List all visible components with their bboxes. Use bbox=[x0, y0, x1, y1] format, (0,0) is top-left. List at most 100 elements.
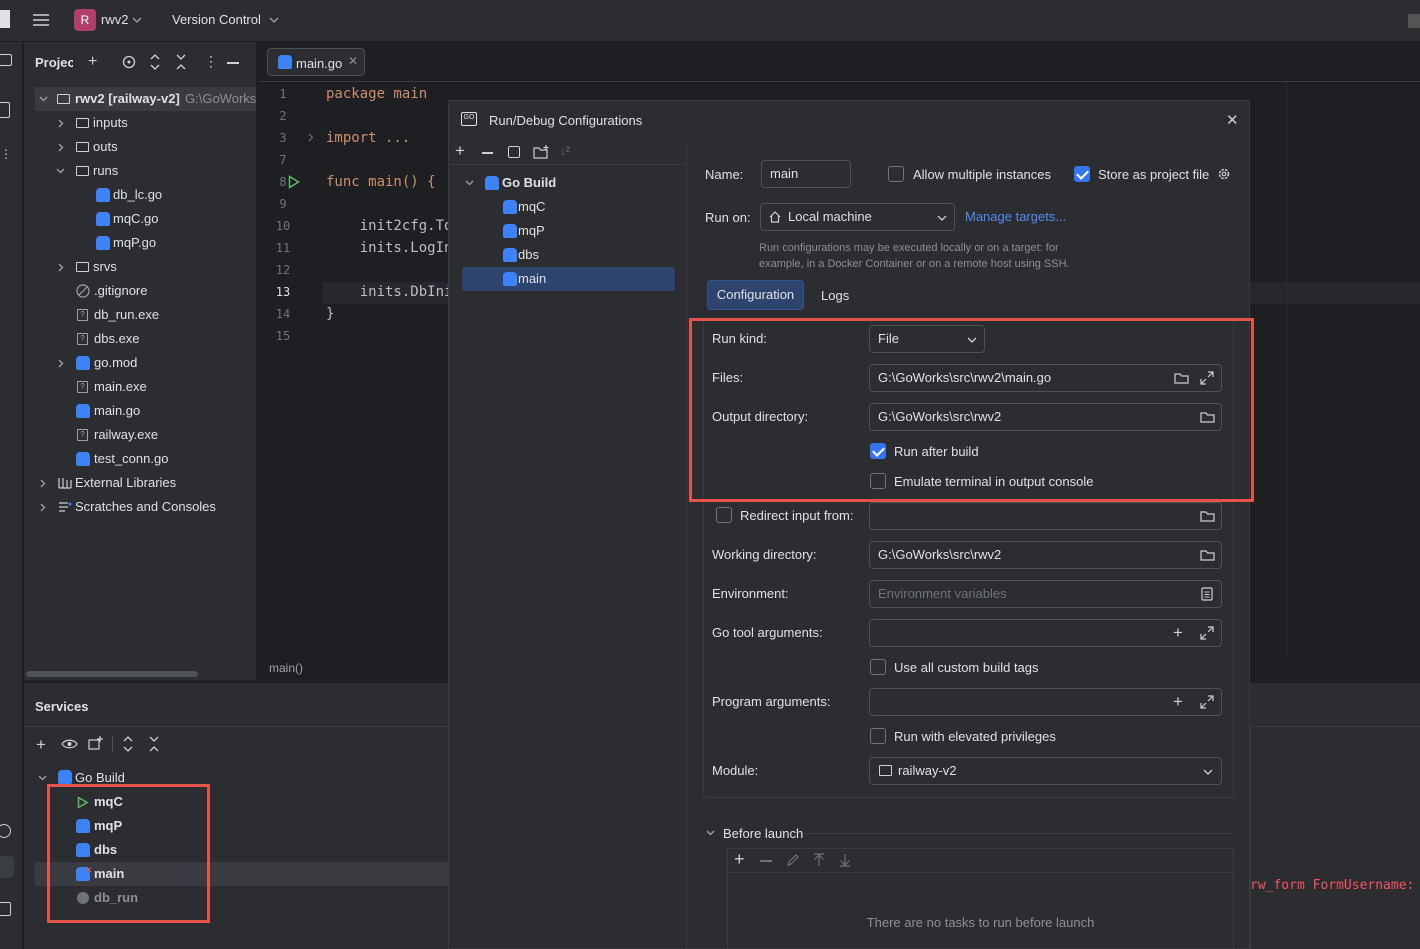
run-on-select[interactable]: Local machine bbox=[760, 203, 955, 231]
fold-chevron-icon[interactable] bbox=[308, 133, 314, 142]
program-args-label: Program arguments: bbox=[712, 694, 831, 709]
hide-panel-icon[interactable] bbox=[227, 62, 239, 64]
line-number: 2 bbox=[279, 109, 287, 123]
editor-tab-main-go[interactable]: main.go ✕ bbox=[267, 48, 365, 76]
gear-icon[interactable] bbox=[1217, 167, 1231, 181]
working-dir-field[interactable]: G:\GoWorks\src\rwv2 bbox=[869, 541, 1222, 569]
allow-multiple-checkbox[interactable] bbox=[888, 166, 904, 182]
new-file-icon[interactable]: + bbox=[88, 54, 97, 70]
expand-icon[interactable] bbox=[1200, 626, 1214, 640]
go-file-icon bbox=[76, 452, 90, 466]
performance-tool-icon[interactable] bbox=[0, 824, 11, 838]
module-select[interactable]: railway-v2 bbox=[869, 757, 1222, 785]
structure-tool-icon[interactable] bbox=[0, 102, 10, 118]
horizontal-scrollbar[interactable] bbox=[26, 671, 198, 677]
tree-root[interactable]: rwv2 [railway-v2] G:\GoWorks bbox=[35, 87, 256, 111]
chevron-down-icon bbox=[465, 180, 474, 186]
more-tools-icon[interactable]: ⋮ bbox=[0, 147, 13, 161]
run-on-hint-line-2: example, in a Docker Container or on a r… bbox=[759, 258, 1070, 270]
expand-all-icon[interactable] bbox=[150, 54, 160, 70]
tab-logs[interactable]: Logs bbox=[821, 288, 849, 303]
remove-config-icon[interactable] bbox=[482, 152, 493, 154]
chevron-right-icon bbox=[58, 143, 64, 152]
window-control-icon[interactable] bbox=[1408, 14, 1420, 28]
vcs-widget[interactable]: Version Control bbox=[172, 12, 279, 27]
eye-icon[interactable] bbox=[61, 738, 78, 750]
config-label: mqP bbox=[518, 223, 545, 238]
line-number: 13 bbox=[275, 285, 291, 299]
add-icon[interactable]: + bbox=[1173, 620, 1183, 646]
chevron-right-icon bbox=[40, 503, 46, 512]
redirect-input-checkbox[interactable] bbox=[716, 507, 732, 523]
toolbar-separator bbox=[112, 736, 113, 752]
before-launch-label[interactable]: Before launch bbox=[723, 826, 803, 841]
collapse-all-icon[interactable] bbox=[149, 736, 159, 752]
locate-icon[interactable] bbox=[122, 55, 136, 69]
tab-configuration[interactable]: Configuration bbox=[707, 280, 804, 310]
chevron-down-icon bbox=[132, 17, 142, 23]
editor-breadcrumb[interactable]: main() bbox=[269, 661, 303, 675]
custom-tags-checkbox[interactable] bbox=[870, 659, 886, 675]
toolbar-remove-icon[interactable] bbox=[760, 860, 772, 862]
collapse-all-icon[interactable] bbox=[176, 54, 186, 70]
chevron-right-icon bbox=[58, 119, 64, 128]
expand-icon[interactable] bbox=[1200, 695, 1214, 709]
go-build-icon bbox=[503, 224, 517, 238]
line-number: 7 bbox=[279, 153, 287, 167]
go-tool-args-label: Go tool arguments: bbox=[712, 625, 823, 640]
chevron-right-icon bbox=[58, 359, 64, 368]
store-project-checkbox[interactable] bbox=[1074, 166, 1090, 182]
chevron-down-icon bbox=[38, 775, 47, 781]
dialog-close-icon[interactable]: ✕ bbox=[1226, 111, 1239, 129]
document-icon[interactable] bbox=[1201, 587, 1213, 601]
sort-icon[interactable]: ↓² bbox=[560, 144, 570, 158]
line-number: 1 bbox=[279, 87, 287, 101]
run-debug-dialog: GO Run/Debug Configurations ✕ + ↓² Go Bu… bbox=[448, 100, 1254, 949]
toolbar-move-down-icon[interactable] bbox=[839, 853, 851, 867]
environment-field[interactable]: Environment variables bbox=[869, 580, 1222, 608]
go-build-icon bbox=[503, 248, 517, 262]
new-folder-icon[interactable] bbox=[533, 145, 549, 159]
redirect-input-field[interactable] bbox=[869, 502, 1222, 530]
config-label: mqC bbox=[518, 199, 546, 214]
expand-all-icon[interactable] bbox=[123, 736, 133, 752]
run-on-hint-line-1: Run configurations may be executed local… bbox=[759, 242, 1059, 254]
tree-label: runs bbox=[93, 163, 119, 178]
options-icon[interactable]: ⋮ bbox=[204, 53, 218, 70]
toolbar-edit-icon[interactable] bbox=[786, 853, 800, 867]
program-args-field[interactable]: + bbox=[869, 688, 1222, 716]
toolbar-add-icon[interactable]: + bbox=[734, 849, 745, 870]
add-icon[interactable]: + bbox=[1173, 689, 1183, 715]
toolbar-move-up-icon[interactable] bbox=[813, 853, 825, 867]
folder-icon[interactable] bbox=[1200, 510, 1215, 522]
editor-tab-bar: main.go ✕ bbox=[259, 42, 1420, 82]
new-group-icon[interactable] bbox=[88, 736, 103, 750]
project-name: rwv2 bbox=[101, 12, 129, 27]
name-label: Name: bbox=[705, 167, 744, 182]
folder-icon bbox=[76, 118, 89, 128]
before-launch-divider bbox=[804, 833, 1234, 834]
main-menu-icon[interactable] bbox=[32, 12, 50, 28]
tree-label: .gitignore bbox=[94, 283, 148, 298]
project-tool-icon[interactable] bbox=[0, 54, 12, 66]
close-tab-icon[interactable]: ✕ bbox=[348, 54, 358, 68]
copy-config-icon[interactable] bbox=[508, 146, 520, 158]
unknown-file-icon: ? bbox=[77, 381, 88, 393]
terminal-tool-icon[interactable] bbox=[0, 902, 11, 916]
code-line: import ... bbox=[326, 130, 411, 146]
folder-icon[interactable] bbox=[1200, 549, 1215, 561]
folder-icon bbox=[76, 142, 89, 152]
vcs-label: Version Control bbox=[172, 12, 261, 27]
config-highlight-box bbox=[689, 318, 1254, 502]
manage-targets-link[interactable]: Manage targets... bbox=[965, 209, 1066, 224]
elevated-checkbox[interactable] bbox=[870, 728, 886, 744]
go-tool-args-field[interactable]: + bbox=[869, 619, 1222, 647]
add-service-icon[interactable]: + bbox=[36, 735, 46, 755]
chevron-down-icon[interactable] bbox=[706, 830, 715, 836]
config-item-main[interactable]: main bbox=[462, 267, 675, 291]
add-config-icon[interactable]: + bbox=[455, 141, 465, 161]
name-field[interactable]: main bbox=[761, 160, 851, 188]
run-gutter-icon[interactable] bbox=[288, 175, 300, 189]
ignore-file-icon bbox=[76, 284, 90, 298]
services-tool-icon[interactable] bbox=[0, 856, 14, 878]
